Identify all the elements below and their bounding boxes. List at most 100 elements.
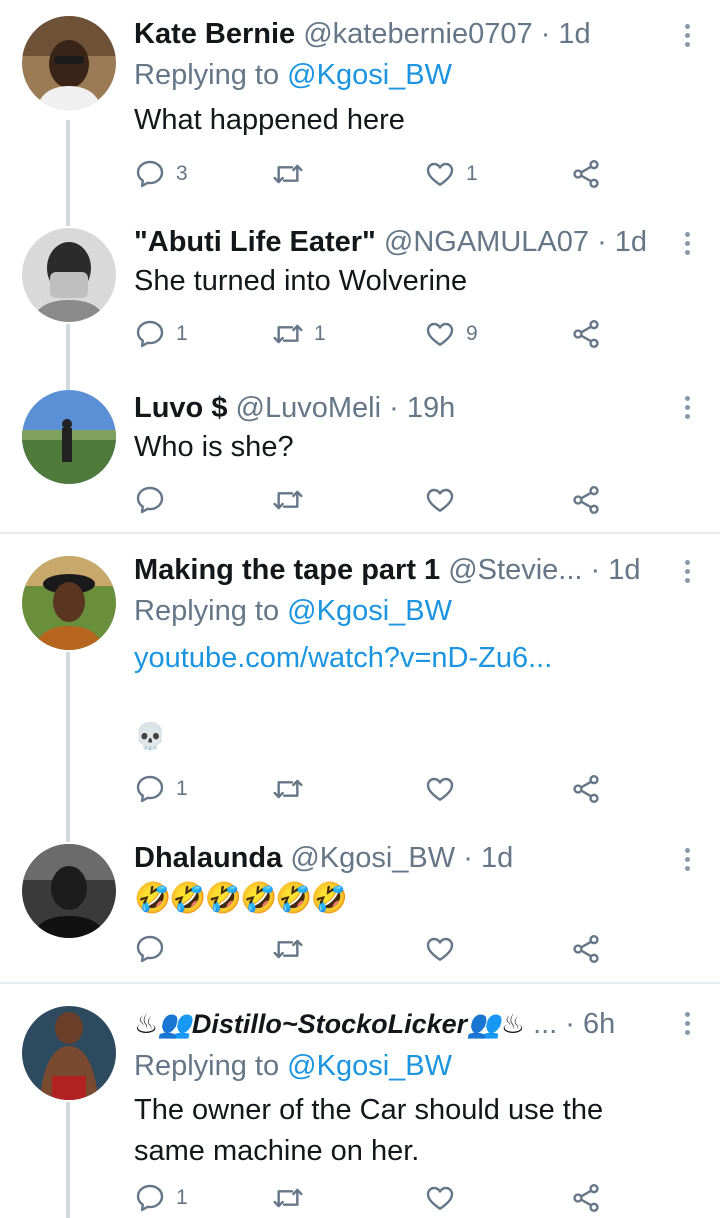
share-button[interactable] [570,154,602,194]
retweet-button[interactable] [272,1178,314,1218]
retweet-icon [272,1182,304,1214]
like-button[interactable] [424,929,466,969]
tweet-actions [134,480,614,520]
mention-link[interactable]: @Kgosi_BW [287,595,452,627]
display-name[interactable]: ♨👥Distillo~StockoLicker👥♨ [134,1009,525,1039]
more-icon[interactable] [680,1012,694,1038]
reply-button[interactable] [134,929,176,969]
avatar[interactable] [22,556,116,650]
tweet-header: Luvo $ @LuvoMeli · 19h [134,388,660,428]
reply-icon [134,158,166,190]
tweet-text: What happened here [134,104,405,136]
mention-link[interactable]: @Kgosi_BW [287,59,452,91]
retweet-icon [272,318,304,350]
timestamp[interactable]: 1d [615,226,647,258]
retweet-icon [272,773,304,805]
retweet-button[interactable] [272,154,314,194]
tweet[interactable]: "Abuti Life Eater" @NGAMULA07 · 1d She t… [0,200,720,366]
share-icon [570,484,602,516]
replying-to-label: Replying to [134,595,280,627]
like-icon [424,1182,456,1214]
avatar[interactable] [22,228,116,322]
reply-icon [134,484,166,516]
share-icon [570,773,602,805]
more-icon[interactable] [680,560,694,586]
replying-to-label: Replying to [134,59,280,91]
retweet-button[interactable] [272,769,314,809]
retweet-icon [272,933,304,965]
avatar[interactable] [22,390,116,484]
reply-button[interactable] [134,480,176,520]
mention-link[interactable]: @Kgosi_BW [287,1050,452,1082]
timestamp[interactable]: 1d [481,842,513,874]
share-button[interactable] [570,314,602,354]
more-icon[interactable] [680,848,694,874]
tweet-actions: 1 [134,1178,614,1218]
share-button[interactable] [570,480,602,520]
tweet[interactable]: Kate Bernie @katebernie0707 · 1d Replyin… [0,0,720,200]
reply-count: 1 [176,777,188,800]
tweet[interactable]: Dhalaunda @Kgosi_BW · 1d 🤣🤣🤣🤣🤣🤣 [0,828,720,982]
external-link[interactable]: youtube.com/watch?v=nD-Zu6... [134,638,680,679]
avatar[interactable] [22,16,116,110]
retweet-button[interactable] [272,929,314,969]
display-name[interactable]: Dhalaunda [134,842,282,874]
timestamp[interactable]: 1d [608,554,640,586]
reply-icon [134,933,166,965]
user-handle[interactable]: ... [533,1008,557,1040]
more-icon[interactable] [680,232,694,258]
tweet-header: ♨👥Distillo~StockoLicker👥♨ ... · 6h [134,1004,660,1044]
separator: · [463,842,473,874]
reply-button[interactable]: 1 [134,1178,188,1218]
reply-icon [134,773,166,805]
tweet-emoji: 🤣🤣🤣🤣🤣🤣 [134,882,348,915]
like-button[interactable]: 9 [424,314,478,354]
like-icon [424,484,456,516]
avatar[interactable] [22,1006,116,1100]
thread-line [66,1102,70,1218]
retweet-button[interactable]: 1 [272,314,326,354]
timestamp[interactable]: 6h [583,1008,615,1040]
reply-icon [134,1182,166,1214]
tweet[interactable]: ♨👥Distillo~StockoLicker👥♨ ... · 6h Reply… [0,984,720,1218]
retweet-button[interactable] [272,480,314,520]
timestamp[interactable]: 1d [558,18,590,50]
user-handle[interactable]: @Stevie... [448,554,582,586]
tweet-actions: 1 [134,769,614,809]
tweet-text: The owner of the Car should use the same… [134,1094,604,1167]
user-handle[interactable]: @Kgosi_BW [290,842,455,874]
thread-line [66,120,70,200]
share-button[interactable] [570,769,602,809]
tweet-actions: 1 1 9 [134,314,614,354]
like-count: 9 [466,322,478,345]
separator: · [565,1008,575,1040]
user-handle[interactable]: @katebernie0707 [303,18,532,50]
avatar[interactable] [22,844,116,938]
user-handle[interactable]: @LuvoMeli [236,392,382,424]
like-button[interactable] [424,769,466,809]
display-name[interactable]: Making the tape part 1 [134,554,440,586]
display-name[interactable]: Kate Bernie [134,18,295,50]
tweet-header: "Abuti Life Eater" @NGAMULA07 · 1d [134,222,660,262]
reply-button[interactable]: 3 [134,154,188,194]
like-button[interactable] [424,480,466,520]
share-button[interactable] [570,1178,602,1218]
reply-count: 1 [176,322,188,345]
replying-to: Replying to @Kgosi_BW [134,591,452,631]
like-icon [424,318,456,350]
share-button[interactable] [570,929,602,969]
tweet[interactable]: Making the tape part 1 @Stevie... · 1d R… [0,534,720,828]
timestamp[interactable]: 19h [407,392,455,424]
tweet-text: She turned into Wolverine [134,265,468,297]
retweet-count: 1 [314,322,326,345]
more-icon[interactable] [680,396,694,422]
more-icon[interactable] [680,24,694,50]
reply-button[interactable]: 1 [134,769,188,809]
like-button[interactable]: 1 [424,154,478,194]
like-button[interactable] [424,1178,466,1218]
display-name[interactable]: Luvo $ [134,392,227,424]
user-handle[interactable]: @NGAMULA07 [384,226,589,258]
display-name[interactable]: "Abuti Life Eater" [134,226,376,258]
reply-button[interactable]: 1 [134,314,188,354]
tweet[interactable]: Luvo $ @LuvoMeli · 19h Who is she? [0,366,720,532]
